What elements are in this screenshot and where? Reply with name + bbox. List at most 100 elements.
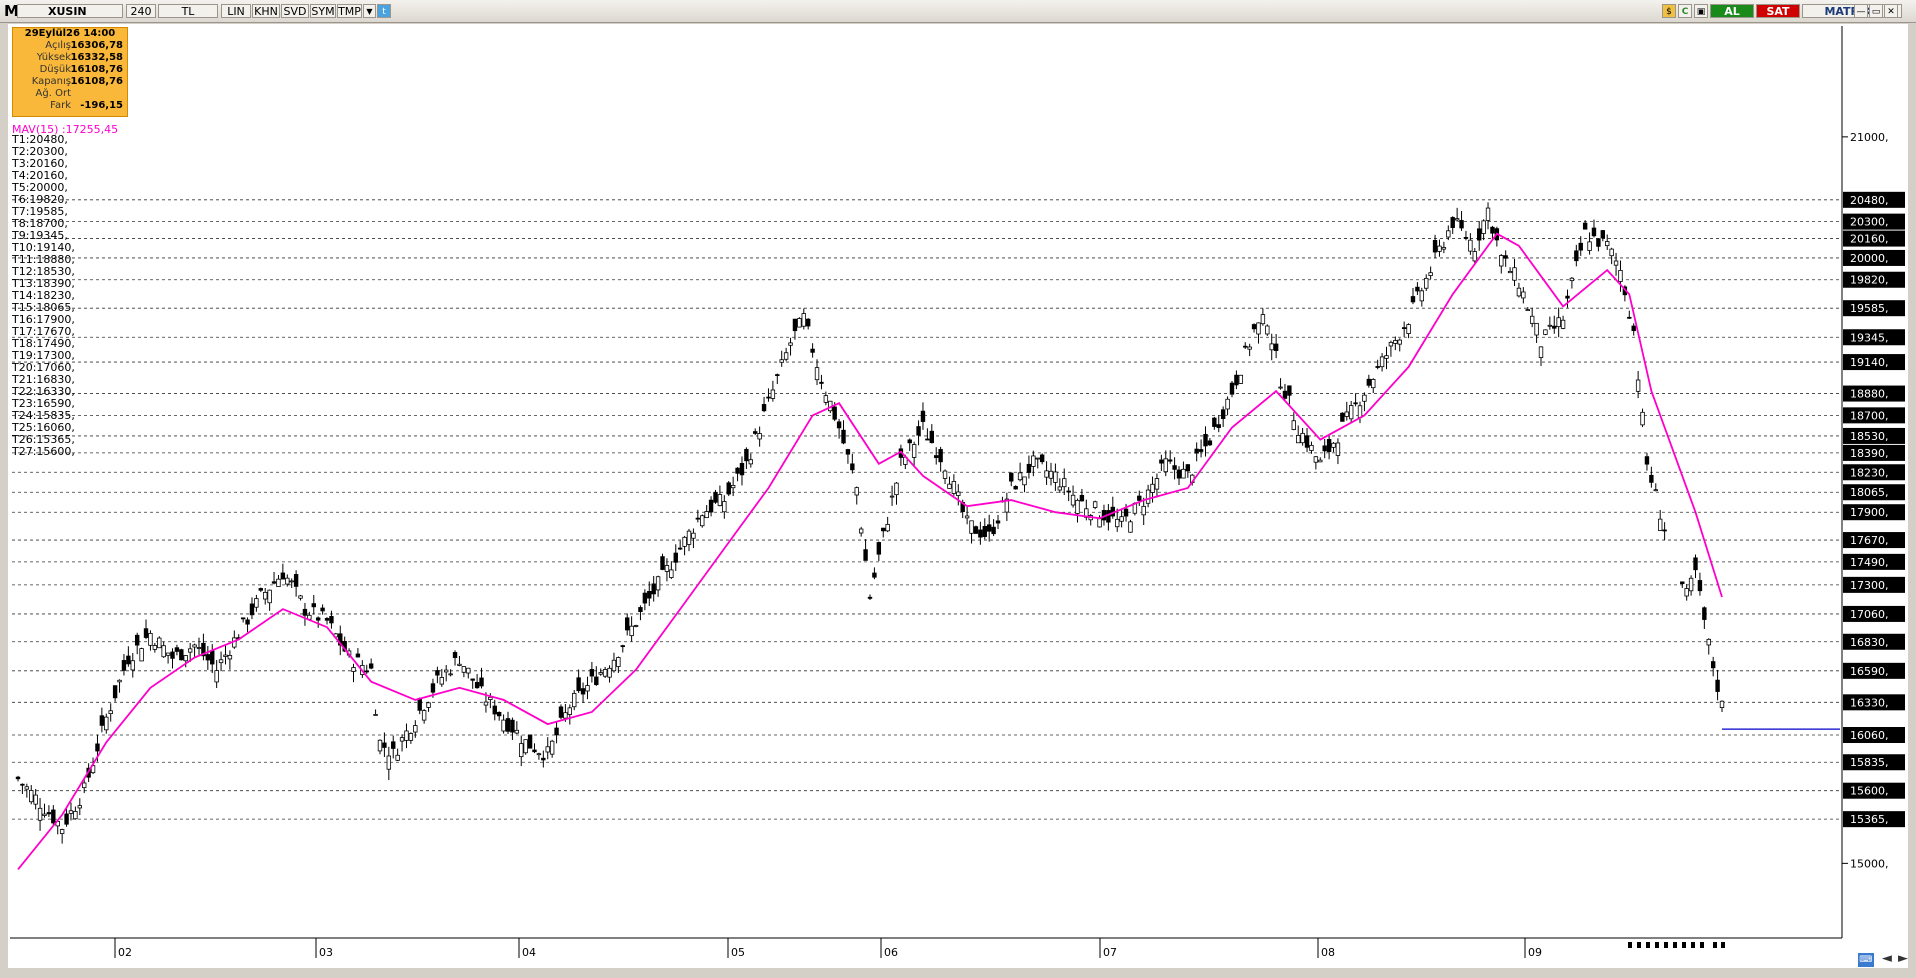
candle-body	[1441, 247, 1447, 250]
candle-body	[1013, 485, 1018, 490]
candle-body	[293, 574, 299, 587]
x-tick-label: 06	[884, 946, 898, 959]
candle-body	[1635, 379, 1641, 392]
candle-body	[1582, 222, 1588, 230]
candle-body	[519, 743, 524, 758]
candle-body	[161, 645, 166, 658]
candle-body	[1719, 700, 1725, 708]
candle-body	[805, 318, 811, 327]
candle-body	[1057, 486, 1063, 491]
candle-body	[1353, 402, 1358, 405]
candle-body	[1587, 241, 1592, 251]
candle-body	[1066, 490, 1071, 493]
candle-body	[1415, 286, 1420, 292]
candle-body	[1516, 287, 1522, 297]
level-label: 15600,	[1850, 785, 1889, 798]
arrow-right-icon[interactable]: ►	[1898, 951, 1908, 966]
candle-body	[700, 515, 705, 527]
moving-average-line	[17, 232, 1723, 870]
candle-body	[1472, 251, 1477, 262]
candle-body	[134, 634, 140, 646]
level-label: 18390,	[1850, 447, 1889, 460]
candle-body	[1070, 494, 1076, 506]
candle-body	[439, 677, 444, 685]
candle-body	[227, 655, 233, 660]
candle-body	[810, 348, 815, 353]
candle-body	[1574, 250, 1579, 262]
info-key: Açılış	[45, 40, 71, 51]
candle-body	[1243, 345, 1248, 348]
x-tick-label: 05	[731, 946, 745, 959]
x-tick-label: 09	[1528, 946, 1542, 959]
candle-body	[788, 342, 793, 346]
keyboard-icon[interactable]: ⌨	[1857, 953, 1874, 967]
candle-body	[1499, 255, 1504, 267]
candle-body	[761, 404, 767, 412]
candle-body	[289, 580, 294, 583]
candle-body	[1463, 237, 1469, 239]
candle-body	[885, 524, 890, 532]
candle-body	[1079, 494, 1085, 502]
candle-body	[863, 549, 868, 561]
candle-body	[165, 652, 171, 656]
candle-body	[876, 542, 882, 555]
level-label: 16330,	[1850, 696, 1889, 709]
info-row-diff: Fark -196,15	[13, 100, 127, 112]
candle-body	[430, 683, 436, 693]
candle-body	[1362, 394, 1367, 402]
period-marker	[1646, 942, 1650, 948]
candle-body	[1265, 325, 1270, 335]
candle-body	[452, 652, 458, 659]
candle-body	[249, 603, 255, 616]
candle-body	[435, 670, 440, 676]
candle-body	[444, 669, 449, 673]
candle-body	[1181, 468, 1186, 479]
candle-body	[1216, 424, 1221, 428]
candle-body	[1477, 228, 1482, 241]
candle-body	[240, 617, 246, 620]
candle-body	[488, 696, 493, 700]
candle-body	[549, 740, 555, 755]
candle-body	[15, 776, 21, 780]
candle-body	[1432, 240, 1438, 253]
candle-body	[179, 649, 184, 661]
arrow-left-icon[interactable]: ◄	[1882, 951, 1892, 966]
candle-body	[620, 645, 625, 648]
candle-body	[1335, 442, 1341, 456]
candle-body	[642, 592, 648, 604]
candle-body	[775, 374, 780, 376]
candle-body	[1357, 405, 1363, 418]
candle-body	[1154, 478, 1160, 490]
candle-body	[1424, 277, 1429, 289]
level-label: 18700,	[1850, 409, 1889, 422]
candle-body	[501, 719, 506, 732]
candle-body	[647, 591, 652, 599]
info-value: 16332,58	[70, 52, 123, 63]
candle-body	[271, 581, 277, 584]
candle-body	[598, 672, 603, 675]
candle-body	[1044, 470, 1049, 478]
candle-body	[364, 670, 369, 673]
candle-body	[1123, 508, 1129, 517]
candle-body	[1326, 439, 1332, 453]
info-key: Ağ. Ort	[35, 88, 71, 99]
candle-body	[1026, 463, 1032, 473]
info-row-high: Yüksek 16332,58	[13, 52, 127, 64]
candle-body	[1388, 341, 1394, 347]
candle-body	[677, 547, 683, 550]
info-key: Fark	[50, 100, 71, 111]
trend-level-list: T1:20480, T2:20300, T3:20160, T4:20160, T5:2…	[12, 134, 75, 458]
candle-body	[263, 591, 268, 600]
info-key: Düşük	[39, 64, 71, 75]
candle-body	[1313, 456, 1319, 463]
candle-body	[104, 716, 109, 731]
candle-body	[192, 644, 197, 648]
candle-body	[496, 711, 502, 717]
candle-body	[1119, 516, 1124, 522]
candle-body	[1459, 220, 1464, 229]
candle-body	[461, 666, 467, 673]
candle-body	[1172, 465, 1177, 470]
candle-body	[920, 410, 926, 422]
candle-body	[37, 807, 43, 821]
candle-body	[24, 786, 30, 790]
